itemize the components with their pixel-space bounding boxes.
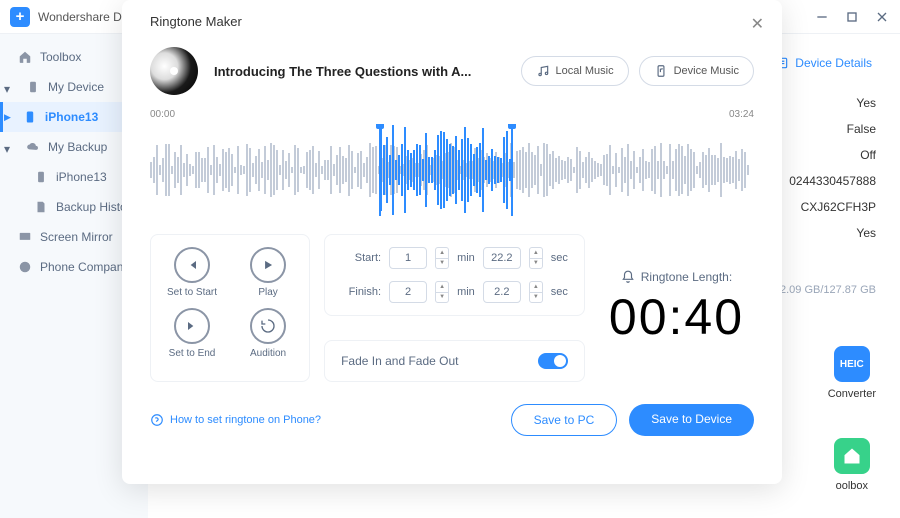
device-music-button[interactable]: Device Music — [639, 56, 754, 86]
companion-icon — [18, 260, 32, 274]
finish-sec-stepper[interactable]: ▲▼ — [529, 281, 543, 303]
fade-toggle-row: Fade In and Fade Out — [324, 340, 585, 382]
start-min-stepper[interactable]: ▲▼ — [435, 247, 449, 269]
close-icon[interactable] — [874, 9, 890, 25]
heic-icon: HEIC — [834, 346, 870, 382]
chevron-down-icon: ▾ — [4, 142, 14, 152]
local-music-button[interactable]: Local Music — [521, 56, 629, 86]
device-music-icon — [654, 64, 668, 78]
start-min-input[interactable]: 1 — [389, 247, 427, 269]
selection-handle-right[interactable] — [508, 124, 516, 129]
start-label: Start: — [341, 252, 381, 264]
monitor-icon — [18, 230, 32, 244]
selection-handle-left[interactable] — [376, 124, 384, 129]
length-value: 00:40 — [609, 288, 744, 346]
sidebar-label: My Device — [48, 80, 104, 94]
cloud-icon — [26, 140, 40, 154]
phone-icon — [34, 170, 48, 184]
phone-icon — [23, 110, 37, 124]
finish-label: Finish: — [341, 286, 381, 298]
maximize-icon[interactable] — [844, 9, 860, 25]
play-button[interactable]: Play — [243, 247, 293, 298]
album-art — [150, 47, 198, 95]
start-sec-stepper[interactable]: ▲▼ — [529, 247, 543, 269]
bell-icon — [621, 270, 635, 284]
set-to-start-button[interactable]: Set to Start — [167, 247, 217, 298]
music-icon — [536, 64, 550, 78]
app-logo: + — [10, 7, 30, 27]
info-value: Off — [789, 142, 876, 168]
ringtone-maker-modal: Ringtone Maker ✕ Introducing The Three Q… — [122, 0, 782, 484]
home-icon — [18, 50, 32, 64]
converter-card[interactable]: HEIC Converter — [828, 346, 876, 400]
audition-button[interactable]: Audition — [243, 308, 293, 359]
toolbox-card[interactable]: oolbox — [834, 438, 870, 492]
waveform[interactable] — [150, 124, 754, 216]
phone-icon — [26, 80, 40, 94]
help-link[interactable]: How to set ringtone on Phone? — [150, 413, 321, 427]
info-value: Yes — [789, 90, 876, 116]
file-icon — [34, 200, 48, 214]
minimize-icon[interactable] — [814, 9, 830, 25]
finish-min-stepper[interactable]: ▲▼ — [435, 281, 449, 303]
set-to-end-button[interactable]: Set to End — [167, 308, 217, 359]
waveform-end-time: 03:24 — [729, 109, 754, 120]
help-icon — [150, 413, 164, 427]
card-label: oolbox — [836, 480, 868, 492]
sidebar-label: My Backup — [48, 140, 107, 154]
modal-close-button[interactable]: ✕ — [751, 14, 764, 34]
storage-text: 32.09 GB/127.87 GB — [774, 284, 876, 296]
save-to-pc-button[interactable]: Save to PC — [511, 404, 618, 436]
waveform-start-time: 00:00 — [150, 109, 175, 120]
finish-min-input[interactable]: 2 — [389, 281, 427, 303]
device-info-values: Yes False Off 0244330457888 CXJ62CFH3P Y… — [789, 90, 876, 246]
info-value: 0244330457888 — [789, 168, 876, 194]
sidebar-label: iPhone13 — [56, 170, 107, 184]
info-value: Yes — [789, 220, 876, 246]
start-sec-input[interactable]: 22.2 — [483, 247, 521, 269]
fade-label: Fade In and Fade Out — [341, 354, 458, 368]
device-details-link[interactable]: Device Details — [775, 56, 872, 70]
chevron-down-icon: ▾ — [4, 82, 14, 92]
sidebar-label: Toolbox — [40, 50, 81, 64]
chevron-right-icon: ▶ — [4, 112, 11, 123]
playback-controls: Set to Start Play Set to End Audition — [150, 234, 310, 382]
info-value: CXJ62CFH3P — [789, 194, 876, 220]
toolbox-icon — [834, 438, 870, 474]
modal-title: Ringtone Maker — [150, 14, 754, 29]
time-inputs: Start: 1 ▲▼ min 22.2 ▲▼ sec Finish: 2 ▲▼… — [324, 234, 585, 316]
ringtone-length: Ringtone Length: 00:40 — [599, 234, 754, 382]
info-value: False — [789, 116, 876, 142]
save-to-device-button[interactable]: Save to Device — [629, 404, 754, 436]
finish-sec-input[interactable]: 2.2 — [483, 281, 521, 303]
sidebar-label: iPhone13 — [45, 110, 98, 124]
card-label: Converter — [828, 388, 876, 400]
fade-toggle[interactable] — [538, 353, 568, 369]
track-title: Introducing The Three Questions with A..… — [214, 64, 471, 79]
sidebar-label: Screen Mirror — [40, 230, 113, 244]
